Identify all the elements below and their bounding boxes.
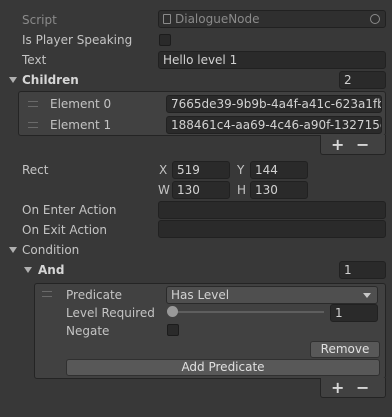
children-add-button[interactable]: + <box>331 137 344 153</box>
rect-label: Rect <box>22 163 49 177</box>
on-enter-action-input[interactable] <box>158 201 386 219</box>
rect-w-label[interactable]: W <box>158 182 170 198</box>
script-label: Script <box>22 13 57 27</box>
negate-checkbox[interactable] <box>167 324 179 336</box>
rect-x-label[interactable]: X <box>159 162 167 178</box>
drag-handle-icon[interactable] <box>28 101 38 107</box>
rect-y-input[interactable]: 144 <box>250 161 308 179</box>
and-foldout-arrow-icon[interactable] <box>24 267 32 273</box>
rect-h-label[interactable]: H <box>237 182 246 198</box>
object-picker-icon[interactable] <box>370 14 380 24</box>
rect-y-label[interactable]: Y <box>237 162 244 178</box>
chevron-down-icon <box>363 293 371 298</box>
script-file-icon <box>163 14 171 24</box>
predicate-remove-button[interactable]: − <box>356 380 369 396</box>
drag-handle-icon[interactable] <box>42 291 52 297</box>
element-0-label: Element 0 <box>50 97 112 111</box>
script-value: DialogueNode <box>175 12 260 26</box>
add-predicate-button[interactable]: Add Predicate <box>66 359 380 376</box>
rect-h-input[interactable]: 130 <box>250 181 308 199</box>
on-exit-action-input[interactable] <box>158 220 386 238</box>
element-1-input[interactable]: 188461c4-aa69-4c46-a90f-132715e <box>166 116 382 134</box>
script-field: DialogueNode <box>158 10 386 28</box>
and-size-input[interactable]: 1 <box>339 261 386 279</box>
rect-w-input[interactable]: 130 <box>172 181 230 199</box>
predicate-add-button[interactable]: + <box>331 380 344 396</box>
level-required-slider-track[interactable] <box>172 311 324 313</box>
negate-label: Negate <box>66 324 110 338</box>
level-required-slider-thumb[interactable] <box>167 306 178 317</box>
children-label[interactable]: Children <box>22 72 79 88</box>
predicate-dropdown[interactable]: Has Level <box>166 286 378 304</box>
drag-handle-icon[interactable] <box>28 122 38 128</box>
rect-x-input[interactable]: 519 <box>172 161 230 179</box>
children-remove-button[interactable]: − <box>356 137 369 153</box>
children-foldout-arrow-icon[interactable] <box>9 77 17 83</box>
predicate-value: Has Level <box>171 288 230 302</box>
condition-label[interactable]: Condition <box>22 242 79 258</box>
is-player-speaking-label: Is Player Speaking <box>22 33 133 47</box>
level-required-label: Level Required <box>66 306 155 320</box>
is-player-speaking-checkbox[interactable] <box>159 34 171 46</box>
children-size-input[interactable]: 2 <box>339 71 386 89</box>
predicate-list-footer <box>320 378 386 398</box>
children-list-footer <box>320 135 386 155</box>
remove-predicate-button[interactable]: Remove <box>310 341 380 358</box>
element-0-input[interactable]: 7665de39-9b9b-4a4f-a41c-623a1fb <box>166 95 382 113</box>
element-1-label: Element 1 <box>50 118 112 132</box>
on-enter-action-label: On Enter Action <box>22 203 117 217</box>
condition-foldout-arrow-icon[interactable] <box>9 247 17 253</box>
text-label: Text <box>22 53 47 67</box>
text-input[interactable]: Hello level 1 <box>158 51 386 69</box>
level-required-input[interactable]: 1 <box>330 304 378 322</box>
on-exit-action-label: On Exit Action <box>22 223 107 237</box>
and-label[interactable]: And <box>38 262 64 278</box>
predicate-label: Predicate <box>66 288 123 302</box>
